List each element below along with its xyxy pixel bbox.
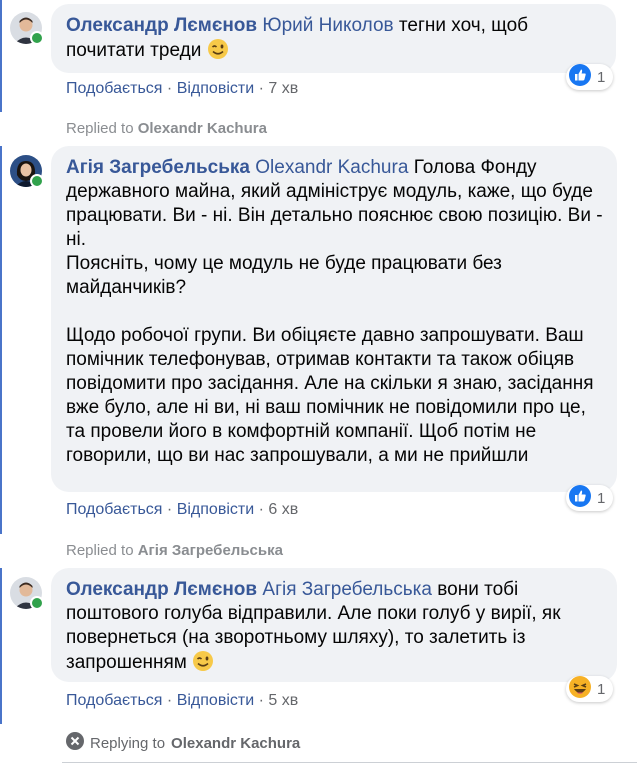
comment-bubble: Олександр Лємєнов Агія Загребельська вон…	[51, 568, 617, 682]
comment-actions: Подобається · Відповісти · 7 хв	[66, 80, 298, 98]
comment-bubble: Агія Загребельська Olexandr Kachura Голо…	[51, 146, 617, 492]
replied-to-name: Olexandr Kachura	[137, 120, 267, 137]
like-icon	[569, 64, 591, 90]
comment-text: тегни хоч, щоб	[398, 15, 529, 36]
composer-border	[62, 762, 637, 763]
replied-to-label[interactable]: Replied to Агія Загребельська	[66, 542, 283, 559]
avatar[interactable]	[10, 155, 44, 188]
separator: ·	[258, 501, 264, 518]
separator: ·	[166, 692, 173, 709]
online-indicator	[30, 596, 44, 610]
separator: ·	[258, 692, 264, 709]
reaction-count: 1	[597, 489, 606, 507]
comment-text: почитати треди	[66, 40, 202, 61]
avatar[interactable]	[10, 577, 44, 610]
timestamp[interactable]: 6 хв	[268, 501, 298, 518]
haha-icon	[569, 676, 591, 702]
like-icon	[569, 485, 591, 511]
wink-emoji-icon	[192, 650, 214, 679]
replied-to-label[interactable]: Replied to Olexandr Kachura	[66, 120, 267, 137]
replied-to-prefix: Replied to	[66, 542, 134, 559]
tagged-user[interactable]: Агія Загребельська	[262, 579, 432, 600]
tagged-user[interactable]: Юрий Николов	[262, 15, 393, 36]
like-link[interactable]: Подобається	[66, 692, 162, 709]
comment-author[interactable]: Олександр Лємєнов	[66, 15, 257, 36]
reaction-badge[interactable]: 1	[566, 485, 614, 511]
reaction-count: 1	[597, 68, 606, 86]
online-indicator	[30, 31, 44, 45]
separator: ·	[166, 80, 173, 97]
wink-emoji-icon	[207, 38, 229, 67]
reaction-badge[interactable]: 1	[566, 64, 614, 90]
comment-actions: Подобається · Відповісти · 6 хв	[66, 501, 298, 519]
comment-text: Щодо робочої групи. Ви обіцяєте давно за…	[66, 325, 594, 466]
like-link[interactable]: Подобається	[66, 80, 162, 97]
reaction-count: 1	[597, 680, 606, 698]
timestamp[interactable]: 5 хв	[268, 692, 298, 709]
tagged-user[interactable]: Olexandr Kachura	[255, 157, 408, 178]
comment-actions: Подобається · Відповісти · 5 хв	[66, 692, 298, 710]
separator: ·	[258, 80, 264, 97]
reply-link[interactable]: Відповісти	[177, 501, 254, 518]
reaction-badge[interactable]: 1	[566, 676, 614, 702]
replying-to-bar: Replying to Olexandr Kachura	[66, 732, 300, 754]
comment-text: Поясніть, чому це модуль не буде працюва…	[66, 253, 502, 298]
separator: ·	[166, 501, 173, 518]
avatar[interactable]	[10, 12, 44, 45]
replying-to-name: Olexandr Kachura	[171, 734, 301, 752]
thread-line	[0, 0, 2, 112]
timestamp[interactable]: 7 хв	[268, 80, 298, 97]
replied-to-prefix: Replied to	[66, 120, 134, 137]
replied-to-name: Агія Загребельська	[137, 542, 283, 559]
thread-line	[0, 146, 2, 534]
comment-author[interactable]: Олександр Лємєнов	[66, 579, 257, 600]
like-link[interactable]: Подобається	[66, 501, 162, 518]
reply-link[interactable]: Відповісти	[177, 80, 254, 97]
reply-link[interactable]: Відповісти	[177, 692, 254, 709]
online-indicator	[30, 174, 44, 188]
thread-line	[0, 568, 2, 724]
comment-author[interactable]: Агія Загребельська	[66, 157, 250, 178]
replying-to-prefix: Replying to	[90, 734, 166, 752]
comment-bubble: Олександр Лємєнов Юрий Николов тегни хоч…	[51, 4, 616, 73]
close-icon[interactable]	[66, 732, 84, 754]
